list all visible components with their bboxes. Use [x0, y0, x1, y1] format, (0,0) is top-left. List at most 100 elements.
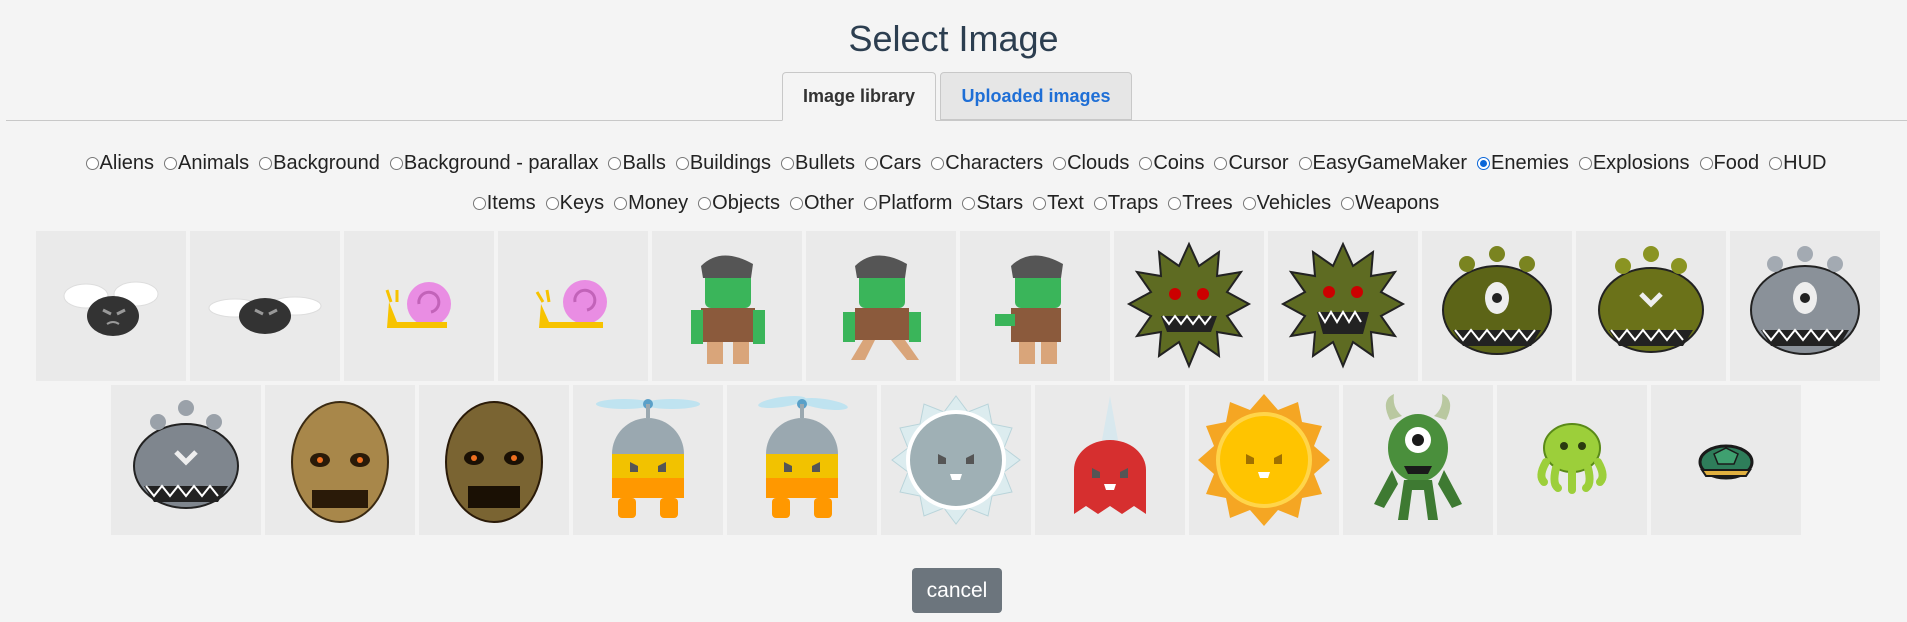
category-label: Trees [1182, 192, 1233, 214]
category-option-enemies[interactable]: Enemies [1477, 152, 1569, 175]
category-option-text[interactable]: Text [1033, 192, 1084, 215]
category-radio[interactable] [1477, 157, 1490, 170]
category-radio[interactable] [1033, 197, 1047, 210]
image-tile-rock-face-monster[interactable] [265, 385, 415, 535]
category-option-coins[interactable]: Coins [1139, 152, 1204, 175]
image-tile-propeller-enemy-yellow[interactable] [573, 385, 723, 535]
category-radio[interactable] [472, 197, 486, 210]
category-radio[interactable] [789, 197, 803, 210]
category-radio[interactable] [931, 157, 945, 170]
category-radio[interactable] [1214, 157, 1228, 170]
category-radio[interactable] [962, 197, 976, 210]
image-tile-snail-enemy-walk[interactable] [498, 231, 648, 381]
category-radio[interactable] [865, 157, 879, 170]
category-option-objects[interactable]: Objects [698, 192, 780, 215]
category-radio[interactable] [85, 157, 99, 170]
image-tile-spikeball-blue[interactable] [881, 385, 1031, 535]
category-label: Buildings [689, 152, 771, 174]
category-label: Cursor [1228, 152, 1289, 174]
category-radio[interactable] [863, 197, 877, 210]
image-tile-spiky-monster-angry[interactable] [1268, 231, 1418, 381]
image-tile-fly-enemy-flying[interactable] [190, 231, 340, 381]
category-radio[interactable] [614, 197, 628, 210]
category-radio[interactable] [545, 197, 559, 210]
image-tile-turtle-shell[interactable] [1651, 385, 1801, 535]
category-option-background-parallax[interactable]: Background - parallax [389, 152, 598, 175]
category-option-money[interactable]: Money [614, 192, 688, 215]
image-tile-octopus-green[interactable] [1497, 385, 1647, 535]
category-option-weapons[interactable]: Weapons [1341, 192, 1439, 215]
category-radio[interactable] [164, 157, 178, 170]
category-label: Money [628, 192, 689, 214]
image-tile-cyclops-horned[interactable] [1343, 385, 1493, 535]
image-tile-spiky-monster[interactable] [1114, 231, 1264, 381]
zombie-enemy-sprite-icon [691, 255, 765, 364]
snail-enemy-walk-sprite-icon [535, 280, 607, 328]
category-label: HUD [1783, 152, 1827, 174]
snail-enemy-sprite-icon [385, 282, 451, 328]
image-tile-zombie-enemy-attack[interactable] [960, 231, 1110, 381]
image-tile-spike-top-red[interactable] [1035, 385, 1185, 535]
tab-uploaded-images[interactable]: Uploaded images [940, 72, 1132, 120]
category-radio[interactable] [1093, 197, 1107, 210]
category-option-other[interactable]: Other [789, 192, 854, 215]
category-option-platform[interactable]: Platform [863, 192, 952, 215]
cancel-button[interactable]: cancel [912, 568, 1002, 613]
image-tile-snail-enemy[interactable] [344, 231, 494, 381]
category-radio[interactable] [675, 157, 689, 170]
category-option-clouds[interactable]: Clouds [1053, 152, 1129, 175]
zombie-enemy-walk-sprite-icon [843, 255, 921, 360]
category-option-explosions[interactable]: Explosions [1578, 152, 1690, 175]
category-option-vehicles[interactable]: Vehicles [1242, 192, 1331, 215]
category-option-characters[interactable]: Characters [931, 152, 1043, 175]
image-tile-sun-enemy[interactable] [1189, 385, 1339, 535]
sun-enemy-sprite-icon [1198, 394, 1330, 526]
category-option-balls[interactable]: Balls [608, 152, 666, 175]
category-radio[interactable] [1298, 157, 1312, 170]
category-radio[interactable] [389, 157, 403, 170]
image-tile-zombie-enemy[interactable] [652, 231, 802, 381]
tab-image-library[interactable]: Image library [782, 72, 936, 121]
category-radio[interactable] [781, 157, 794, 170]
image-tile-rock-face-monster-dark[interactable] [419, 385, 569, 535]
category-row-1: Aliens Animals Background Background - para… [36, 152, 1876, 175]
category-radio[interactable] [1168, 197, 1182, 210]
category-option-background[interactable]: Background [259, 152, 380, 175]
category-radio[interactable] [1578, 157, 1592, 170]
image-tile-fly-enemy[interactable] [36, 231, 186, 381]
category-option-buildings[interactable]: Buildings [675, 152, 771, 175]
category-label: Background [273, 152, 380, 174]
image-tile-beholder-grey-alt[interactable] [111, 385, 261, 535]
category-radio[interactable] [1139, 157, 1153, 170]
category-label: Coins [1153, 152, 1205, 174]
category-option-hud[interactable]: HUD [1769, 152, 1826, 175]
category-option-easygamemaker[interactable]: EasyGameMaker [1298, 152, 1467, 175]
beholder-grey-sprite-icon [1750, 246, 1860, 355]
category-option-cars[interactable]: Cars [865, 152, 921, 175]
category-radio[interactable] [1699, 157, 1713, 170]
image-tile-zombie-enemy-walk[interactable] [806, 231, 956, 381]
category-option-food[interactable]: Food [1699, 152, 1759, 175]
category-option-bullets[interactable]: Bullets [781, 152, 855, 175]
category-option-aliens[interactable]: Aliens [85, 152, 154, 175]
category-option-items[interactable]: Items [472, 192, 536, 215]
zombie-enemy-attack-sprite-icon [995, 255, 1063, 364]
image-tile-beholder-green[interactable] [1422, 231, 1572, 381]
category-radio[interactable] [1341, 197, 1355, 210]
image-tile-beholder-grey[interactable] [1730, 231, 1880, 381]
category-radio[interactable] [1242, 197, 1256, 210]
category-radio[interactable] [698, 197, 712, 210]
category-option-trees[interactable]: Trees [1168, 192, 1233, 215]
category-option-stars[interactable]: Stars [962, 192, 1023, 215]
category-option-animals[interactable]: Animals [164, 152, 249, 175]
propeller-enemy-yellow-sprite-icon [596, 399, 700, 518]
image-tile-propeller-enemy-yellow-alt[interactable] [727, 385, 877, 535]
category-option-cursor[interactable]: Cursor [1214, 152, 1289, 175]
category-radio[interactable] [259, 157, 273, 170]
category-radio[interactable] [1053, 157, 1067, 170]
image-tile-beholder-green-alt[interactable] [1576, 231, 1726, 381]
category-option-keys[interactable]: Keys [545, 192, 604, 215]
category-radio[interactable] [608, 157, 622, 170]
category-option-traps[interactable]: Traps [1093, 192, 1158, 215]
category-radio[interactable] [1769, 157, 1783, 170]
